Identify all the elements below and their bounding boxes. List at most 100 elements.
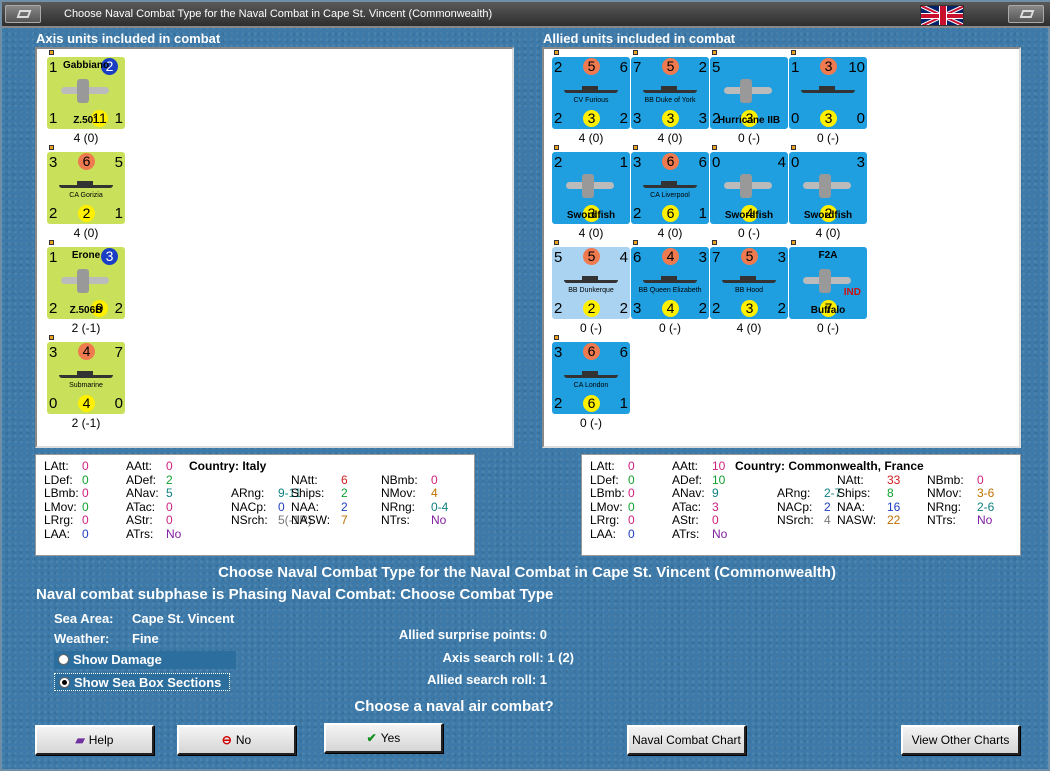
stat-label-ldef: LDef: — [44, 472, 73, 487]
sea-area-value: Cape St. Vincent — [132, 611, 235, 626]
status-marker-icon — [49, 335, 54, 340]
unit-counter[interactable]: 2 6 2 2 5 3 CV Furious — [552, 57, 630, 129]
stat-value-adef: 10 — [712, 472, 726, 487]
unit-counter[interactable]: 5 4 2 2 5 2 BB Dunkerque — [552, 247, 630, 319]
unit-counter[interactable]: 0 3 2 Swordfish — [789, 152, 867, 224]
unit-counter[interactable]: 2 1 3 Swordfish — [552, 152, 630, 224]
no-label: No — [235, 733, 252, 747]
unit-strength: 2 (-1) — [71, 416, 101, 430]
top-circle-value: 6 — [78, 153, 95, 170]
stat-value-nmov: 3-6 — [977, 486, 995, 500]
unit-counter[interactable]: 7 2 3 3 5 3 BB Duke of York — [631, 57, 709, 129]
unit-name: CA London — [573, 382, 609, 389]
unit-subname: Z.501 — [73, 115, 99, 126]
radio-off-icon — [58, 654, 69, 665]
defense-value: 2 — [554, 395, 563, 412]
stat-label-adef: ADef: — [672, 472, 703, 487]
unit-strength: 4 (0) — [736, 321, 762, 335]
bottom-circle-value: 6 — [583, 395, 600, 412]
status-marker-icon — [633, 145, 638, 150]
attack-value: 3 — [633, 154, 642, 171]
status-marker-icon — [554, 240, 559, 245]
bottom-circle-value: 2 — [78, 205, 95, 222]
stat-label-nrng: NRng: — [927, 499, 962, 514]
unit-name: F2A — [818, 250, 838, 261]
defense-value: 2 — [554, 300, 563, 317]
status-marker-icon — [712, 50, 717, 55]
show-damage-radio[interactable]: Show Damage — [54, 651, 236, 669]
defense-value: 2 — [49, 205, 58, 222]
stat-label-lrrg: LRrg: — [590, 513, 620, 527]
unit-strength: 4 (0) — [73, 226, 99, 240]
ship-silhouette-icon — [564, 86, 618, 93]
ship-silhouette-icon — [722, 276, 776, 283]
allied-search-roll: Allied search roll: 1 — [427, 672, 547, 687]
unit-counter[interactable]: 5 2 3 Hurricane IIB — [710, 57, 788, 129]
movement-value: 7 — [114, 344, 123, 361]
movement-value: 5 — [114, 154, 123, 171]
naval-combat-chart-button[interactable]: Naval Combat Chart — [627, 725, 746, 755]
unit-strength: 4 (0) — [578, 226, 604, 240]
status-marker-icon — [554, 335, 559, 340]
unit-name: BB Duke of York — [644, 97, 696, 104]
stat-label-anav: ANav: — [672, 486, 705, 500]
book-icon: ▰ — [75, 733, 85, 747]
window-close-button[interactable] — [1008, 5, 1044, 23]
stat-value-atac: 0 — [166, 499, 173, 514]
unit-counter[interactable]: 1 2 2 3 9 Erone Z.506B — [47, 247, 125, 319]
stat-label-nsrch: NSrch: — [777, 513, 814, 527]
status-marker-icon — [554, 50, 559, 55]
aircraft-icon — [724, 170, 772, 200]
no-button[interactable]: ⊖ No — [177, 725, 296, 755]
attack-value: 6 — [633, 249, 642, 266]
top-circle-value: 5 — [583, 248, 600, 265]
unit-counter[interactable]: 6 3 3 2 4 4 BB Queen Elizabeth — [631, 247, 709, 319]
surprise-points: Allied surprise points: 0 — [398, 627, 547, 642]
view-other-charts-button[interactable]: View Other Charts — [901, 725, 1020, 755]
unit-counter[interactable]: 3 7 0 0 4 4 Submarine — [47, 342, 125, 414]
stat-value-ships: 8 — [887, 486, 894, 500]
movement-value: 10 — [848, 59, 865, 76]
allied-units-header: Allied units included in combat — [543, 31, 736, 46]
window-menu-button[interactable] — [5, 5, 41, 23]
stat-value-anav: 5 — [166, 486, 173, 500]
unit-counter[interactable]: 0 4 4 Swordfish — [710, 152, 788, 224]
stat-label-nasw: NASW: — [837, 513, 877, 527]
show-sea-box-radio[interactable]: Show Sea Box Sections — [54, 673, 230, 691]
attack-value: 0 — [791, 154, 800, 171]
stat-label-nsrch: NSrch: — [231, 513, 268, 527]
axis-units-panel: 1 1 1 2 11 Gabbiano Z.501 4 (0) 3 5 2 1 6 2 CA Gorizia… — [35, 47, 514, 448]
yes-button[interactable]: ✔ Yes — [324, 723, 443, 753]
unit-strength: 0 (-) — [659, 321, 681, 335]
allied-units-panel: 2 6 2 2 5 3 CV Furious 4 (0) 7 2 3 3 5 3 BB Duke of Yo… — [542, 47, 1021, 448]
yes-label: Yes — [380, 731, 401, 745]
unit-name: BB Queen Elizabeth — [638, 287, 702, 294]
stat-label-latt: LAtt: — [44, 459, 69, 473]
stat-value-nbmb: 0 — [977, 472, 984, 487]
unit-strength: 0 (-) — [738, 226, 760, 240]
unit-strength: 0 (-) — [817, 131, 839, 145]
top-circle-value: 5 — [662, 58, 679, 75]
unit-name: Gabbiano — [62, 60, 110, 71]
unit-strength: 4 (0) — [657, 131, 683, 145]
unit-counter[interactable]: 1 1 1 2 11 Gabbiano Z.501 — [47, 57, 125, 129]
help-button[interactable]: ▰ Help — [35, 725, 154, 755]
defense-value: 0 — [49, 395, 58, 412]
stat-value-lmov: 0 — [628, 499, 635, 514]
stat-value-lbmb: 0 — [628, 486, 635, 500]
movement-value: 6 — [619, 59, 628, 76]
unit-counter[interactable]: 3 6 2 1 6 6 CA London — [552, 342, 630, 414]
unit-counter[interactable]: 3 5 2 1 6 2 CA Gorizia — [47, 152, 125, 224]
defense-value: 3 — [633, 300, 642, 317]
stat-value-nacp: 2 — [824, 499, 831, 514]
stat-label-laa: LAA: — [44, 526, 71, 541]
unit-strength: 4 (0) — [657, 226, 683, 240]
unit-counter[interactable]: 3 6 2 1 6 6 CA Liverpool — [631, 152, 709, 224]
unit-counter[interactable]: 7 F2A Buffalo IND — [789, 247, 867, 319]
axis-stats-panel: Country: Italy LAtt: 0 LDef: 0 LBmb: 0 LMov: 0 LR… — [35, 454, 475, 556]
defense-value: 0 — [791, 110, 800, 127]
window-title: Choose Naval Combat Type for the Naval C… — [64, 8, 493, 20]
unit-counter[interactable]: 7 3 2 2 5 3 BB Hood — [710, 247, 788, 319]
defense-value: 2 — [712, 300, 721, 317]
unit-counter[interactable]: 1 10 0 0 3 3 — [789, 57, 867, 129]
